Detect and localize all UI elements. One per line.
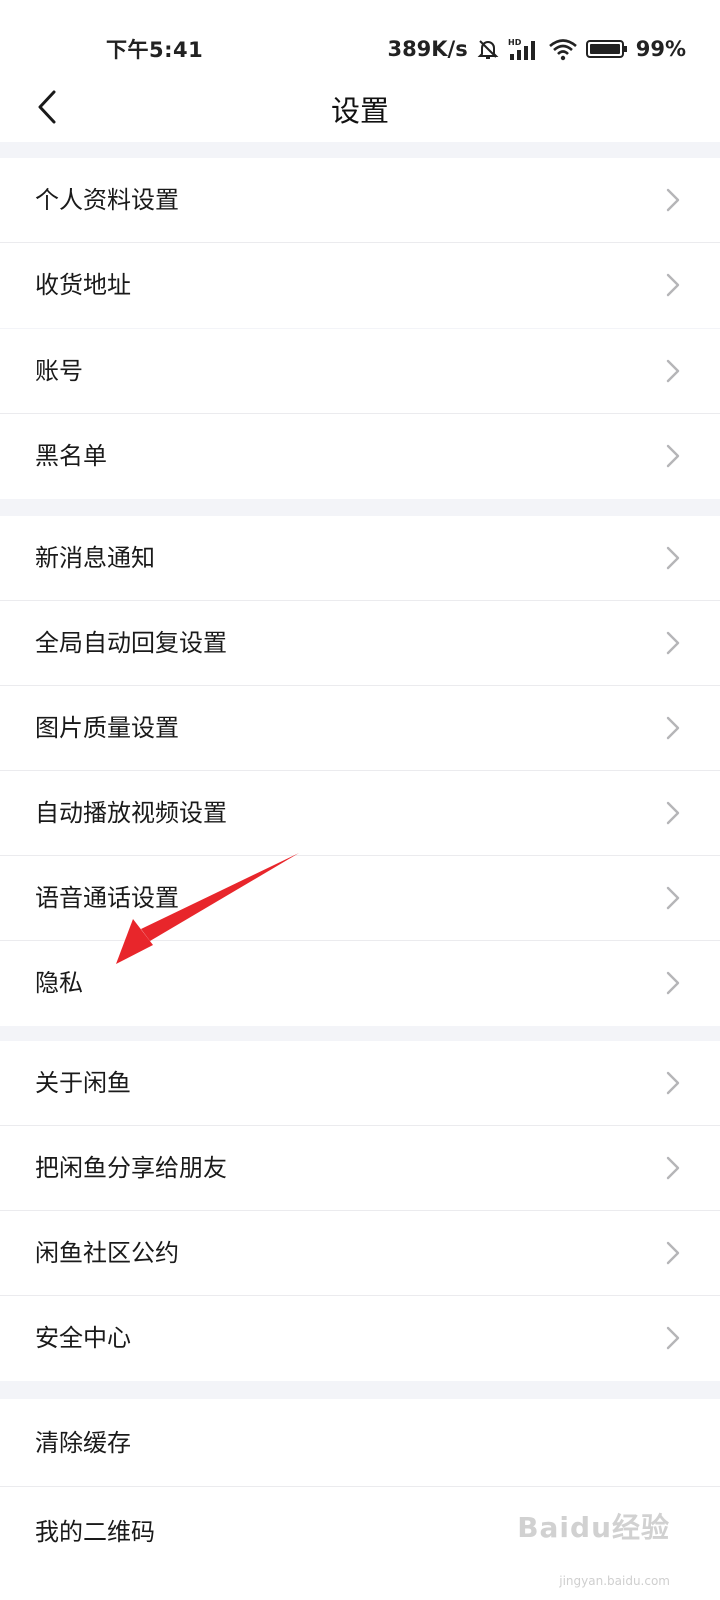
hd-signal-icon: HD [508,37,540,61]
network-speed: 389K/s [387,37,468,61]
row-about[interactable]: 关于闲鱼 [0,1041,720,1126]
chevron-right-icon [666,886,680,910]
row-profile-settings[interactable]: 个人资料设置 [0,158,720,243]
settings-group-misc: 清除缓存 我的二维码 [0,1399,720,1600]
row-label: 新消息通知 [35,544,155,572]
nav-bar: 设置 [0,80,720,142]
settings-group-about: 关于闲鱼 把闲鱼分享给朋友 闲鱼社区公约 安全中心 [0,1041,720,1381]
battery-icon [585,38,628,60]
chevron-right-icon [666,631,680,655]
row-auto-reply[interactable]: 全局自动回复设置 [0,601,720,686]
row-label: 隐私 [35,969,83,997]
chevron-right-icon [666,1071,680,1095]
row-blacklist[interactable]: 黑名单 [0,414,720,499]
chevron-right-icon [666,273,680,297]
chevron-right-icon [666,716,680,740]
row-label: 黑名单 [35,442,107,470]
bell-off-icon [476,37,500,61]
row-autoplay-video[interactable]: 自动播放视频设置 [0,771,720,856]
row-privacy[interactable]: 隐私 [0,941,720,1026]
chevron-right-icon [666,359,680,383]
row-account[interactable]: 账号 [0,329,720,414]
row-image-quality[interactable]: 图片质量设置 [0,686,720,771]
row-label: 语音通话设置 [35,884,179,912]
battery-percent: 99% [635,37,686,61]
row-shipping-address[interactable]: 收货地址 [0,243,720,328]
svg-text:HD: HD [508,38,522,47]
chevron-right-icon [666,546,680,570]
status-time: 下午5:41 [106,38,204,62]
chevron-right-icon [666,1156,680,1180]
row-label: 全局自动回复设置 [35,629,227,657]
settings-group-profile: 个人资料设置 收货地址 [0,158,720,328]
wifi-icon [548,37,578,61]
row-label: 我的二维码 [35,1518,155,1546]
row-label: 图片质量设置 [35,714,179,742]
chevron-right-icon [666,444,680,468]
row-label: 账号 [35,357,83,385]
row-security-center[interactable]: 安全中心 [0,1296,720,1381]
row-label: 关于闲鱼 [35,1069,131,1097]
row-label: 收货地址 [35,271,131,299]
row-label: 闲鱼社区公约 [35,1239,179,1267]
status-icons: 389K/s HD 99% [387,34,686,64]
row-label: 把闲鱼分享给朋友 [35,1154,227,1182]
status-bar: 下午5:41 389K/s HD 99% [0,0,720,80]
chevron-right-icon [666,971,680,995]
watermark-logo: Baidu经验 [517,1511,670,1544]
chevron-right-icon [666,1241,680,1265]
chevron-right-icon [666,1326,680,1350]
chevron-right-icon [666,801,680,825]
row-label: 清除缓存 [35,1429,131,1457]
row-new-message-notify[interactable]: 新消息通知 [0,516,720,601]
row-label: 个人资料设置 [35,186,179,214]
watermark-url: jingyan.baidu.com [559,1574,670,1588]
row-clear-cache[interactable]: 清除缓存 [0,1399,720,1487]
row-label: 安全中心 [35,1324,131,1352]
settings-group-general: 新消息通知 全局自动回复设置 图片质量设置 自动播放视频设置 语音通话设置 隐私 [0,516,720,1026]
chevron-right-icon [666,188,680,212]
row-label: 自动播放视频设置 [35,799,227,827]
row-community-rules[interactable]: 闲鱼社区公约 [0,1211,720,1296]
row-share[interactable]: 把闲鱼分享给朋友 [0,1126,720,1211]
row-voice-call[interactable]: 语音通话设置 [0,856,720,941]
settings-group-account: 账号 黑名单 [0,329,720,499]
page-title: 设置 [330,94,389,128]
